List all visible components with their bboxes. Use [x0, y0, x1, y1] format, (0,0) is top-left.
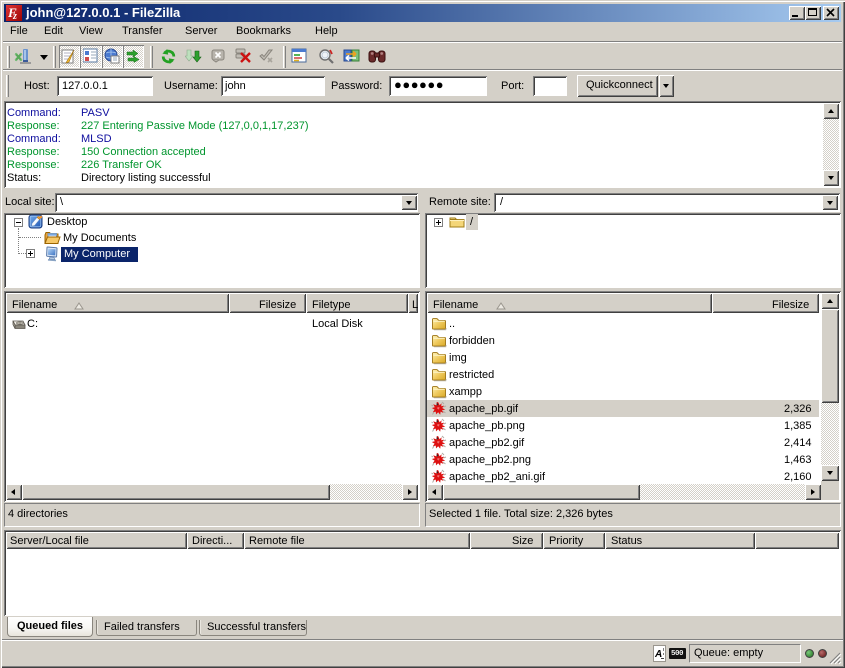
svg-text:z: z — [12, 11, 17, 21]
